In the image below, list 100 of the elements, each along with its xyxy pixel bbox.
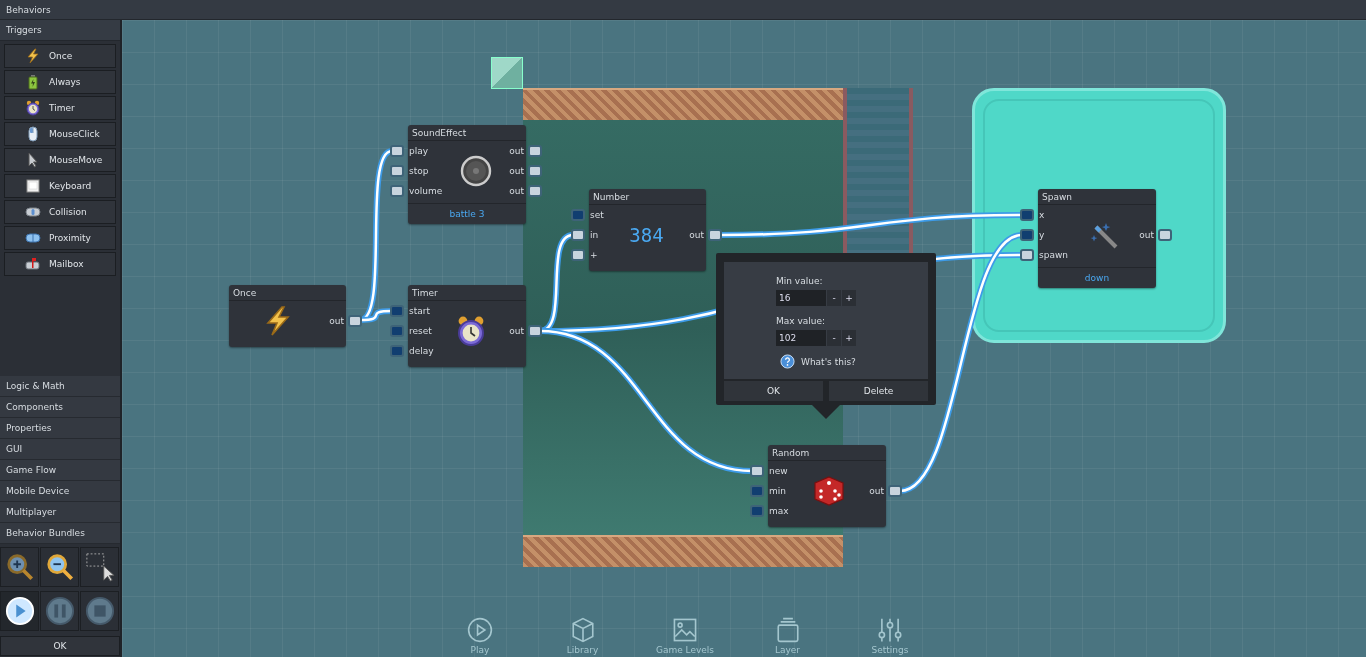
category-item[interactable]: Multiplayer — [0, 502, 120, 523]
category-item[interactable]: Behavior Bundles — [0, 523, 120, 544]
ok-button[interactable]: OK — [724, 381, 823, 401]
trigger-item[interactable]: Collision — [4, 200, 116, 224]
mailbox-icon — [25, 256, 41, 272]
category-item[interactable]: Mobile Device — [0, 481, 120, 502]
input-port[interactable] — [390, 165, 404, 177]
increment-button[interactable]: + — [842, 330, 856, 346]
capsule-icon — [25, 230, 41, 246]
trigger-item[interactable]: Proximity — [4, 226, 116, 250]
node-title: Once — [229, 285, 346, 301]
input-port[interactable] — [750, 465, 764, 477]
ok-button[interactable]: OK — [0, 636, 120, 656]
input-port[interactable] — [1020, 209, 1034, 221]
panel-title: Behaviors — [0, 0, 1366, 20]
input-port[interactable] — [750, 505, 764, 517]
dice-icon — [812, 475, 845, 507]
capsule-icon — [25, 204, 41, 220]
trigger-item[interactable]: Mailbox — [4, 252, 116, 276]
pause-icon — [44, 596, 75, 626]
input-port[interactable] — [390, 185, 404, 197]
input-port[interactable] — [390, 345, 404, 357]
node-setting-text[interactable]: battle 3 — [408, 203, 526, 224]
stop-icon — [84, 596, 115, 626]
output-port[interactable] — [1158, 229, 1172, 241]
port-label: out — [329, 316, 344, 326]
category-item[interactable]: Logic & Math — [0, 376, 120, 397]
port-label: out — [1139, 230, 1154, 240]
category-item[interactable]: GUI — [0, 439, 120, 460]
category-item[interactable]: Properties — [0, 418, 120, 439]
alarm-clock-icon — [25, 100, 41, 116]
help-link[interactable]: What's this? — [801, 356, 856, 367]
trigger-item[interactable]: Always — [4, 70, 116, 94]
input-port[interactable] — [1020, 229, 1034, 241]
input-port[interactable] — [571, 229, 585, 241]
marquee-select-icon — [84, 552, 115, 582]
port-label: new — [769, 466, 788, 476]
layers-icon — [774, 617, 801, 643]
select-tool-button[interactable] — [80, 547, 119, 587]
trigger-item[interactable]: MouseClick — [4, 122, 116, 146]
category-item[interactable]: Components — [0, 397, 120, 418]
increment-button[interactable]: + — [842, 290, 856, 306]
node-title: Timer — [408, 285, 526, 301]
input-port[interactable] — [390, 145, 404, 157]
output-port[interactable] — [708, 229, 722, 241]
trigger-item[interactable]: Keyboard — [4, 174, 116, 198]
input-port[interactable] — [571, 209, 585, 221]
box-icon — [569, 617, 596, 643]
delete-button[interactable]: Delete — [829, 381, 928, 401]
input-port[interactable] — [390, 325, 404, 337]
zoom-in-button[interactable] — [0, 547, 39, 587]
output-port[interactable] — [888, 485, 902, 497]
input-port[interactable] — [571, 249, 585, 261]
node-setting-text[interactable]: down — [1038, 267, 1156, 288]
output-port[interactable] — [528, 145, 542, 157]
zoom-out-icon — [44, 552, 75, 582]
play-icon — [467, 617, 493, 643]
port-label: start — [409, 306, 430, 316]
node-title: Number — [589, 189, 706, 205]
picture-icon — [672, 617, 698, 643]
input-port[interactable] — [390, 305, 404, 317]
trigger-item[interactable]: MouseMove — [4, 148, 116, 172]
sliders-icon — [877, 617, 903, 643]
category-item[interactable]: Game Flow — [0, 460, 120, 481]
decrement-button[interactable]: - — [827, 290, 841, 306]
port-label: x — [1039, 210, 1045, 220]
image-tile-icon — [491, 57, 523, 89]
port-label: volume — [409, 186, 443, 196]
port-label: in — [590, 230, 599, 240]
mouse-icon — [25, 126, 41, 142]
output-port[interactable] — [348, 315, 362, 327]
playback-button[interactable] — [0, 591, 39, 631]
number-field[interactable]: 102 — [776, 330, 826, 346]
port-label: y — [1039, 230, 1045, 240]
field-label: Min value: — [776, 276, 823, 286]
node-title: Spawn — [1038, 189, 1156, 205]
lightning-icon — [25, 48, 41, 64]
number-field[interactable]: 16 — [776, 290, 826, 306]
number-value: 384 — [629, 224, 664, 246]
trigger-item[interactable]: Once — [4, 44, 116, 68]
input-port[interactable] — [1020, 249, 1034, 261]
node-title: SoundEffect — [408, 125, 526, 141]
port-label: max — [769, 506, 789, 516]
speaker-icon — [459, 155, 492, 187]
section-header[interactable]: Triggers — [0, 20, 120, 41]
port-label: set — [590, 210, 604, 220]
output-port[interactable] — [528, 165, 542, 177]
port-label: out — [509, 146, 524, 156]
trigger-item[interactable]: Timer — [4, 96, 116, 120]
port-label: out — [509, 326, 524, 336]
zoom-out-button[interactable] — [40, 547, 79, 587]
output-port[interactable] — [528, 185, 542, 197]
port-label: out — [689, 230, 704, 240]
output-port[interactable] — [528, 325, 542, 337]
field-label: Max value: — [776, 316, 826, 326]
node-title: Random — [768, 445, 886, 461]
port-label: play — [409, 146, 429, 156]
decrement-button[interactable]: - — [827, 330, 841, 346]
input-port[interactable] — [750, 485, 764, 497]
help-icon[interactable] — [780, 354, 795, 369]
